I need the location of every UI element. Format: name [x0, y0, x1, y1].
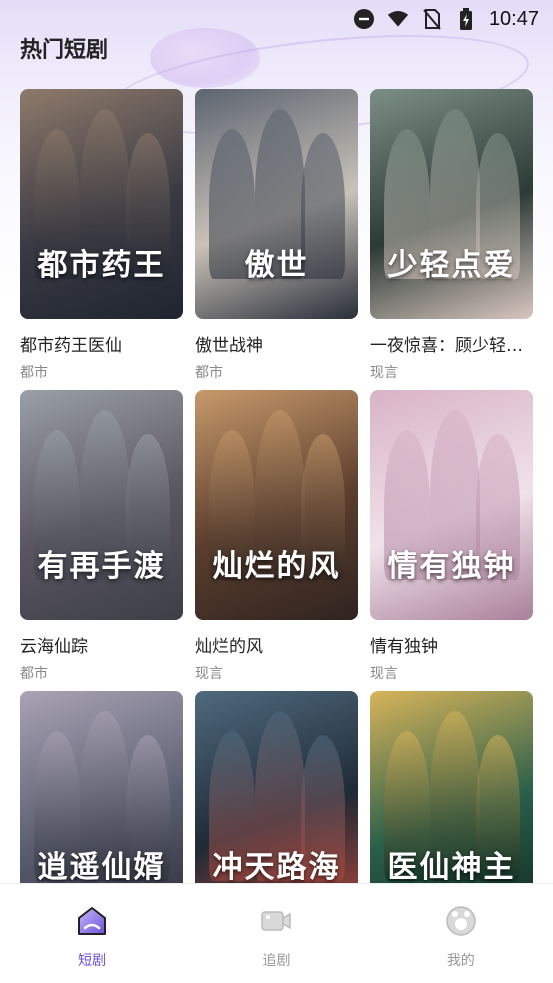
drama-poster[interactable]: 少轻点爱 [370, 89, 533, 319]
drama-genre-tag: 现言 [370, 365, 398, 381]
bottom-tab-bar: 短剧 追剧 我的 [0, 883, 553, 983]
poster-title-art: 情有独钟 [387, 548, 516, 584]
poster-title-art: 都市药王 [37, 247, 166, 283]
tab-following[interactable]: 追剧 [206, 884, 346, 970]
poster-title-art: 傲世 [244, 247, 309, 283]
do-not-disturb-icon [353, 8, 375, 30]
drama-poster[interactable]: 有再手渡 [20, 390, 183, 620]
drama-card[interactable]: 少轻点爱一夜惊喜：顾少轻点爱现言 [370, 89, 533, 390]
tab-profile[interactable]: 我的 [391, 884, 531, 970]
profile-icon [444, 904, 478, 942]
drama-title: 都市药王医仙 [20, 336, 122, 356]
drama-card[interactable]: 灿烂的风 灿烂的风 现言 [195, 390, 358, 691]
poster-title-art: 医仙神主 [387, 849, 516, 885]
poster-title-art: 逍遥仙婿 [37, 849, 166, 885]
drama-genre-tag: 都市 [195, 365, 223, 381]
drama-poster[interactable]: 情有独钟 [370, 390, 533, 620]
drama-title: 云海仙踪 [20, 637, 88, 657]
drama-poster[interactable]: 都市药王 [20, 89, 183, 319]
poster-title-art: 冲天路海 [212, 849, 341, 885]
drama-genre-tag: 现言 [370, 666, 398, 682]
poster-title-art: 有再手渡 [37, 548, 166, 584]
drama-title: 一夜惊喜：顾少轻点爱 [370, 336, 533, 356]
drama-card[interactable]: 都市药王都市药王医仙都市 [20, 89, 183, 390]
no-sim-icon [421, 8, 443, 30]
tab-following-label: 追剧 [262, 953, 291, 969]
drama-card[interactable]: 傲世傲世战神都市 [195, 89, 358, 390]
page-title: 热门短剧 [20, 38, 109, 63]
drama-poster[interactable]: 灿烂的风 [195, 390, 358, 620]
drama-title: 灿烂的风 [195, 637, 263, 657]
video-camera-icon [259, 904, 293, 942]
tab-profile-label: 我的 [446, 953, 475, 969]
drama-title: 情有独钟 [370, 637, 438, 657]
drama-genre-tag: 现言 [195, 666, 223, 682]
drama-card[interactable]: 情有独钟 情有独钟 现言 [370, 390, 533, 691]
drama-genre-tag: 都市 [20, 666, 48, 682]
battery-charging-icon [455, 8, 477, 30]
drama-home-icon [75, 904, 109, 942]
drama-title: 傲世战神 [195, 336, 263, 356]
tab-drama[interactable]: 短剧 [22, 884, 162, 970]
wifi-icon [387, 8, 409, 30]
poster-title-art: 灿烂的风 [212, 548, 341, 584]
drama-poster[interactable]: 傲世 [195, 89, 358, 319]
poster-title-art: 少轻点爱 [387, 247, 516, 283]
status-time: 10:47 [488, 7, 539, 30]
tab-drama-label: 短剧 [78, 953, 107, 969]
drama-card[interactable]: 有再手渡云海仙踪都市 [20, 390, 183, 691]
drama-genre-tag: 都市 [20, 365, 48, 381]
drama-grid: 都市药王 都市药王医仙 都市 傲世 傲世战神 都市 少轻点爱 一夜惊喜：顾少轻点爱 现言 有再手渡… [20, 89, 533, 983]
